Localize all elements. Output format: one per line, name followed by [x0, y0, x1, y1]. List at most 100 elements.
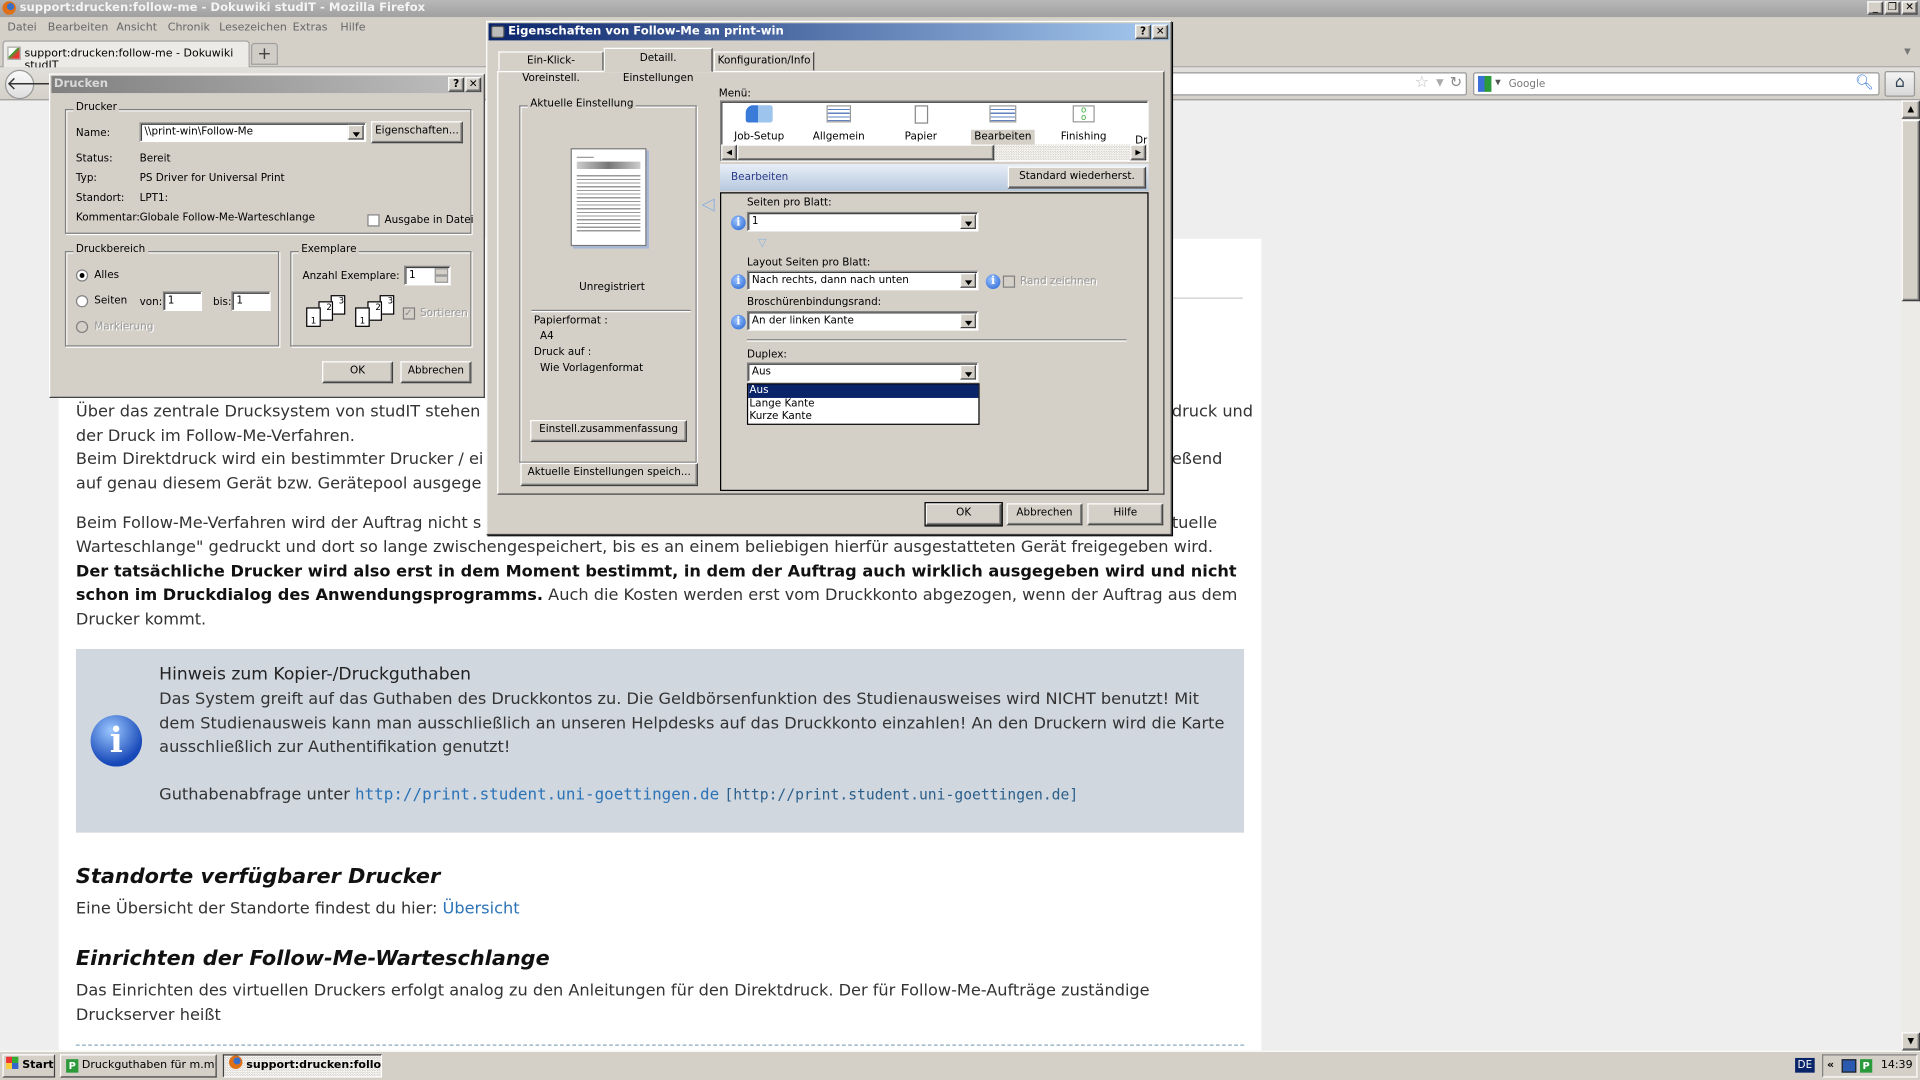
papercut-tray-icon[interactable]: P [1860, 1059, 1873, 1073]
chevron-down-icon[interactable] [960, 273, 976, 288]
settings-summary-button[interactable]: Einstell.zusammenfassung [530, 420, 687, 443]
tab-list-icon[interactable]: ▼ [1904, 47, 1911, 57]
help-button[interactable]: ? [1135, 24, 1152, 40]
browser-tab[interactable]: support:drucken:follow-me - Dokuwiki stu… [2, 40, 250, 72]
restore-button[interactable]: ❐ [1884, 1, 1901, 15]
spin-down-button[interactable] [434, 275, 449, 283]
duplex-select[interactable]: Aus [746, 362, 979, 383]
divider [746, 339, 1127, 342]
taskbar-item-firefox[interactable]: support:drucken:follo... [222, 1054, 383, 1078]
menu-lesezeichen[interactable]: Lesezeichen [219, 22, 287, 34]
to-page-input[interactable]: 1 [231, 291, 271, 312]
search-engine-dropdown-icon[interactable]: ▼ [1495, 78, 1501, 87]
print-portal-link[interactable]: http://print.student.uni-goettingen.de [355, 786, 719, 804]
selected-value: Aus [751, 366, 771, 379]
google-icon[interactable] [1477, 75, 1492, 92]
help-button[interactable]: Hilfe [1087, 503, 1164, 526]
page-range-radio[interactable] [75, 295, 89, 308]
pages-per-sheet-select[interactable]: 1 [746, 211, 979, 232]
collapse-arrow-icon[interactable]: ◁ [702, 195, 715, 215]
layout-select[interactable]: Nach rechts, dann nach unten [746, 270, 979, 291]
ok-button[interactable]: OK [322, 361, 394, 384]
vertical-scrollbar[interactable]: ▲ ▼ [1901, 100, 1920, 1051]
followme-paragraph: Warteschlange" gedruckt und dort so lang… [76, 536, 1245, 632]
chevron-down-icon[interactable] [960, 214, 976, 229]
scroll-left-button[interactable]: ◀ [721, 144, 738, 161]
copies-spinner[interactable]: 1 [404, 265, 451, 286]
chevron-down-icon[interactable] [347, 124, 364, 140]
printer-name-select[interactable]: \\print-win\Follow-Me [139, 122, 367, 143]
new-tab-button[interactable]: + [251, 42, 278, 65]
close-button[interactable]: ✕ [1152, 24, 1169, 40]
cancel-button[interactable]: Abbrechen [1006, 503, 1083, 526]
taskbar-item-druckguthaben[interactable]: P Druckguthaben für m.mu... [60, 1054, 217, 1078]
duplex-option-kurze-kante[interactable]: Kurze Kante [748, 410, 978, 423]
scroll-thumb[interactable] [1901, 120, 1920, 302]
menu-item-allgemein[interactable]: Allgemein [807, 105, 871, 143]
reload-icon[interactable]: ↻ [1450, 73, 1462, 90]
print-to-file-checkbox[interactable] [367, 214, 380, 227]
menu-item-papier[interactable]: Papier [889, 105, 953, 143]
cancel-button[interactable]: Abbrechen [400, 361, 472, 384]
menu-horizontal-scrollbar[interactable]: ◀ ▶ [721, 144, 1148, 161]
bookmark-star-icon[interactable]: ☆ [1415, 73, 1429, 91]
menu-item-finishing[interactable]: oo Finishing [1052, 105, 1116, 143]
text-line: Über das zentrale Drucksystem von studIT… [75, 402, 481, 422]
info-icon[interactable]: i [731, 215, 746, 231]
tab-ein-klick[interactable]: Ein-Klick-Voreinstell. [498, 51, 604, 84]
binding-select[interactable]: An der linken Kante [746, 311, 979, 331]
save-current-settings-button[interactable]: Aktuelle Einstellungen speich... [520, 462, 698, 487]
menu-datei[interactable]: Datei [7, 22, 36, 34]
start-label: Start [22, 1059, 54, 1072]
search-magnifier-icon[interactable]: 🔍︎ [1855, 73, 1874, 90]
menu-ansicht[interactable]: Ansicht [116, 22, 157, 34]
restore-defaults-button[interactable]: Standard wiederherst. [1007, 166, 1147, 189]
scroll-right-button[interactable]: ▶ [1130, 144, 1147, 161]
network-monitor-icon[interactable] [1841, 1059, 1857, 1073]
spin-up-button[interactable] [434, 268, 449, 276]
chevron-down-icon[interactable] [960, 364, 976, 380]
duplex-option-aus[interactable]: Aus [748, 384, 979, 398]
tab-detail-settings[interactable]: Detaill. Einstellungen [603, 47, 713, 84]
selection-radio[interactable] [75, 320, 89, 334]
scroll-thumb[interactable] [737, 144, 995, 161]
info-icon[interactable]: i [731, 274, 746, 289]
info-icon[interactable]: i [985, 274, 1001, 289]
draw-border-checkbox[interactable] [1002, 275, 1016, 288]
close-button[interactable]: ✕ [1901, 1, 1918, 15]
job-setup-icon [745, 105, 773, 123]
tray-expand-button[interactable]: « [1827, 1059, 1834, 1071]
properties-button[interactable]: Eigenschaften... [371, 121, 463, 144]
help-button[interactable]: ? [448, 77, 465, 92]
collate-checkbox[interactable]: ✓ [402, 307, 416, 320]
language-indicator[interactable]: DE [1795, 1057, 1815, 1073]
home-button[interactable]: ⌂ [1884, 71, 1916, 97]
menu-hilfe[interactable]: Hilfe [340, 22, 365, 34]
duplex-option-lange-kante[interactable]: Lange Kante [748, 397, 978, 410]
scroll-up-button[interactable]: ▲ [1901, 100, 1920, 119]
text-line: Eine Übersicht der Standorte findest du … [75, 900, 443, 919]
menu-item-job-setup[interactable]: Job-Setup [727, 105, 791, 143]
info-icon[interactable]: i [731, 314, 746, 330]
minimize-button[interactable]: _ [1867, 1, 1884, 15]
ok-button[interactable]: OK [924, 502, 1003, 527]
uebersicht-link[interactable]: Übersicht [443, 900, 520, 918]
expand-arrow-icon[interactable]: ▽ [758, 238, 766, 250]
start-button[interactable]: Start [2, 1054, 56, 1078]
all-pages-radio[interactable] [75, 269, 89, 282]
type-label: Typ: [75, 172, 97, 185]
url-bar[interactable]: ☆ ▼ ↻ [1151, 72, 1467, 96]
from-page-input[interactable]: 1 [162, 291, 203, 312]
menu-item-bearbeiten[interactable]: Bearbeiten [971, 105, 1035, 145]
back-button[interactable]: 🡐 [4, 69, 55, 100]
tab-configuration[interactable]: Konfiguration/Info [713, 51, 815, 72]
menu-chronik[interactable]: Chronik [168, 22, 210, 34]
firefox-icon [2, 1, 16, 15]
scroll-down-button[interactable]: ▼ [1901, 1032, 1920, 1051]
chevron-down-icon[interactable] [960, 313, 976, 329]
menu-bearbeiten[interactable]: Bearbeiten [48, 22, 109, 34]
menu-extras[interactable]: Extras [293, 22, 328, 34]
history-dropdown-icon[interactable]: ▼ [1436, 77, 1444, 88]
search-bar[interactable]: ▼ Google 🔍︎ [1473, 72, 1880, 96]
close-button[interactable]: ✕ [465, 77, 482, 92]
